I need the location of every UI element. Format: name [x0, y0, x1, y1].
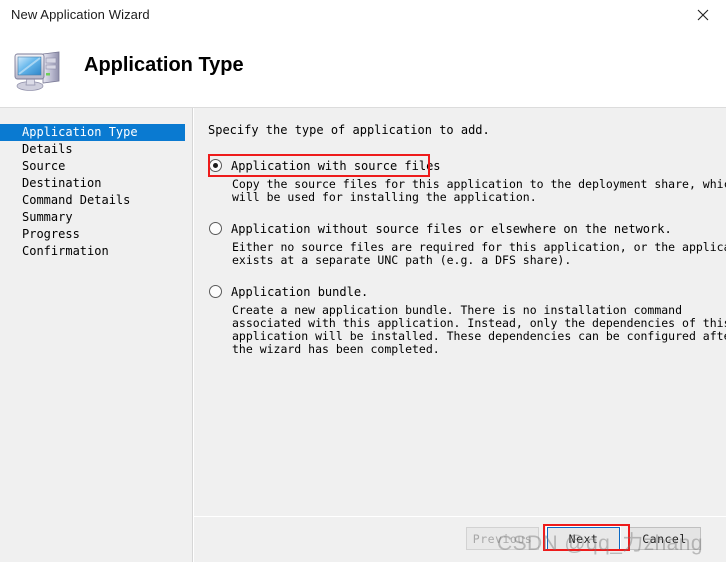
option-label: Application with source files	[231, 158, 441, 173]
instruction-text: Specify the type of application to add.	[208, 123, 490, 137]
sidebar-item-application-type[interactable]: Application Type	[0, 124, 185, 141]
radio-row[interactable]: Application bundle.	[208, 282, 713, 301]
wizard-content-panel: Specify the type of application to add. …	[194, 108, 726, 516]
option-description: Either no source files are required for …	[232, 241, 726, 267]
option-label: Application bundle.	[231, 284, 369, 299]
option-application-with-source-files[interactable]: Application with source files Copy the s…	[208, 156, 726, 204]
description-line: will be used for installing the applicat…	[232, 190, 537, 204]
option-application-bundle[interactable]: Application bundle. Create a new applica…	[208, 282, 726, 356]
computer-icon	[13, 45, 67, 93]
close-icon	[697, 9, 709, 21]
option-description: Create a new application bundle. There i…	[232, 304, 726, 356]
new-application-wizard-window: New Application Wizard Application Type …	[0, 0, 726, 562]
description-line: exists at a separate UNC path (e.g. a DF…	[232, 253, 572, 267]
radio-icon-application-bundle[interactable]	[209, 285, 222, 298]
title-bar: New Application Wizard	[0, 0, 726, 31]
sidebar-item-destination[interactable]: Destination	[0, 175, 193, 192]
sidebar-item-details[interactable]: Details	[0, 141, 193, 158]
radio-row[interactable]: Application without source files or else…	[208, 219, 713, 238]
window-title: New Application Wizard	[11, 7, 150, 22]
sidebar-item-confirmation[interactable]: Confirmation	[0, 243, 193, 260]
option-label: Application without source files or else…	[231, 221, 672, 236]
wizard-step-sidebar: Application Type Details Source Destinat…	[0, 108, 193, 562]
sidebar-item-progress[interactable]: Progress	[0, 226, 193, 243]
description-line: the wizard has been completed.	[232, 342, 440, 356]
previous-button[interactable]: Previous	[466, 527, 539, 550]
option-application-without-source-files[interactable]: Application without source files or else…	[208, 219, 726, 267]
radio-icon-without-source-files[interactable]	[209, 222, 222, 235]
sidebar-item-command-details[interactable]: Command Details	[0, 192, 193, 209]
radio-row[interactable]: Application with source files	[208, 156, 713, 175]
wizard-footer: Previous Next Cancel	[194, 517, 726, 562]
close-button[interactable]	[680, 0, 726, 30]
radio-icon-with-source-files[interactable]	[209, 159, 222, 172]
sidebar-item-source[interactable]: Source	[0, 158, 193, 175]
wizard-banner: Application Type	[0, 31, 726, 108]
page-title: Application Type	[84, 54, 244, 76]
cancel-button[interactable]: Cancel	[628, 527, 701, 550]
sidebar-item-summary[interactable]: Summary	[0, 209, 193, 226]
step-list: Application Type Details Source Destinat…	[0, 124, 193, 260]
next-button[interactable]: Next	[546, 526, 621, 551]
option-description: Copy the source files for this applicati…	[232, 178, 726, 204]
